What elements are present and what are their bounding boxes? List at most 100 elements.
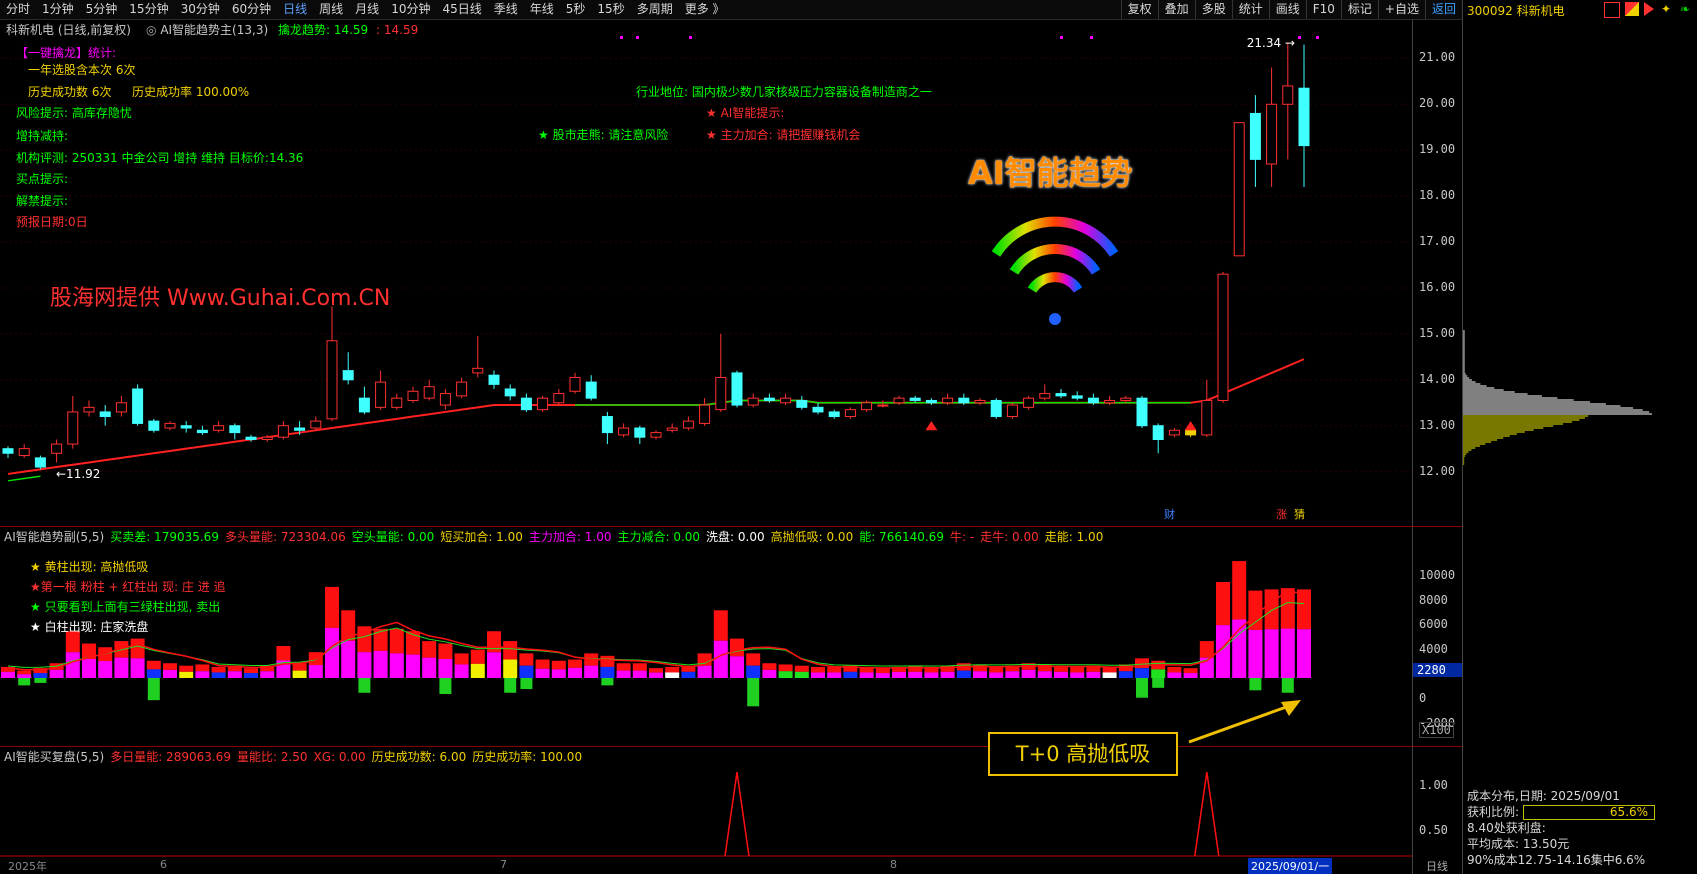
volume-bar — [956, 670, 971, 678]
period-tab-2[interactable]: 5分钟 — [80, 0, 124, 19]
volume-bar — [730, 656, 744, 678]
tool-button-1[interactable]: 叠加 — [1157, 0, 1195, 19]
tool-button-2[interactable]: 多股 — [1194, 0, 1232, 19]
doc-icon[interactable] — [1604, 2, 1620, 18]
volume-bar — [568, 667, 582, 678]
tool-buttons: 复权 叠加 多股 统计 画线 F10 标记 +自选 返回 — [1120, 0, 1462, 19]
header-item-8: 高抛低吸: 0.00 — [770, 530, 854, 544]
volume-bar — [341, 640, 356, 678]
period-tab-7[interactable]: 周线 — [313, 0, 349, 19]
volume-bar — [1183, 673, 1198, 678]
gear-icon[interactable]: ◎ — [146, 23, 156, 37]
xg-spike — [724, 771, 750, 857]
candle-body — [1087, 397, 1099, 404]
price-tick: 17.00 — [1419, 234, 1456, 249]
header-item-3: XG: 0.00 — [313, 750, 366, 764]
cost-distribution-chart — [1463, 330, 1652, 465]
volume-bar — [973, 671, 987, 678]
cursor-date: 2025/09/01/一 — [1248, 858, 1333, 874]
candle-body — [34, 457, 46, 468]
arrow-icon[interactable] — [1644, 2, 1654, 16]
volume-bar-top — [600, 655, 615, 667]
period-tabs: 分时 1分钟 5分钟 15分钟 30分钟 60分钟 日线 周线 月线 10分钟 45日线 季线 年线 5秒… — [0, 0, 731, 19]
period-tab-8[interactable]: 月线 — [349, 0, 385, 19]
trend-value-sep: : — [376, 23, 384, 37]
volume-bar — [1102, 672, 1117, 678]
volume-bar-top — [778, 664, 793, 672]
period-tab-11[interactable]: 季线 — [488, 0, 524, 19]
candle-body — [213, 425, 225, 431]
star-icon[interactable]: ✦ — [1659, 2, 1673, 16]
volume-bar-top — [1183, 668, 1198, 674]
volume-bar-top — [811, 666, 825, 673]
event-tag: 涨 — [1276, 508, 1287, 520]
period-tab-1[interactable]: 1分钟 — [36, 0, 80, 19]
period-tab-16[interactable]: 更多 》 — [679, 0, 731, 19]
header-item-12: 走能: 1.00 — [1044, 530, 1104, 544]
volume-bar-top — [665, 666, 680, 673]
volume-tick: 6000 — [1419, 617, 1448, 632]
period-tab-13[interactable]: 5秒 — [560, 0, 592, 19]
tool-button-4[interactable]: 画线 — [1268, 0, 1306, 19]
candle-body — [456, 381, 468, 397]
period-tab-6[interactable]: 日线 — [277, 0, 313, 19]
volume-bar — [49, 669, 64, 678]
marker-dot — [1316, 36, 1319, 39]
stats-success-count: 历史成功数 6次 — [28, 85, 112, 99]
volume-bar — [551, 669, 566, 678]
period-tab-5[interactable]: 60分钟 — [226, 0, 277, 19]
period-label: 日线 — [1426, 860, 1448, 873]
tool-button-6[interactable]: 标记 — [1340, 0, 1378, 19]
main-chart-panel[interactable]: 21.34 → ←11.92 财 涨猜 科新机电 (日线,前复权) ◎ AI智能趋势主… — [0, 20, 1412, 521]
candle-body — [731, 372, 743, 406]
negative-bar — [1136, 678, 1148, 698]
volume-bar — [1005, 671, 1020, 678]
tool-button-3[interactable]: 统计 — [1231, 0, 1269, 19]
candle-body — [310, 420, 322, 429]
candle-body — [958, 397, 970, 404]
unlock-tip: 解禁提示: — [16, 194, 69, 208]
period-toolbar: 分时 1分钟 5分钟 15分钟 30分钟 60分钟 日线 周线 月线 10分钟 45日线 季线 年线 5秒… — [0, 0, 1462, 20]
tool-button-0[interactable]: 复权 — [1120, 0, 1158, 19]
period-tab-3[interactable]: 15分钟 — [123, 0, 174, 19]
candle-body — [51, 443, 63, 454]
candle-body — [132, 388, 144, 424]
period-tab-4[interactable]: 30分钟 — [175, 0, 226, 19]
buy-review-chart[interactable] — [0, 764, 1412, 858]
period-tab-12[interactable]: 年线 — [524, 0, 560, 19]
leaf-icon[interactable]: ❧ — [1678, 2, 1692, 16]
candle-body — [1023, 397, 1035, 408]
candle-body — [974, 399, 986, 404]
legend-yellow: ★ 黄柱出现: 高抛低吸 — [30, 560, 149, 574]
candle-body — [375, 381, 387, 408]
period-tab-15[interactable]: 多周期 — [631, 0, 679, 19]
tool-button-8[interactable]: 返回 — [1424, 0, 1462, 19]
period-tab-0[interactable]: 分时 — [0, 0, 36, 19]
volume-bar-top — [1199, 641, 1214, 658]
wifi-logo-icon — [991, 216, 1119, 325]
tool-button-7[interactable]: +自选 — [1377, 0, 1425, 19]
price-tick: 14.00 — [1419, 371, 1456, 386]
sub1-header: AI智能趋势副(5,5) 买卖差: 179035.69 多头量能: 723304.0… — [4, 528, 1109, 545]
candle-body — [358, 397, 370, 413]
period-tab-14[interactable]: 15秒 — [591, 0, 630, 19]
candle-body — [666, 427, 678, 431]
volume-bar — [1037, 671, 1052, 678]
flag-icon[interactable] — [1625, 2, 1639, 16]
volume-bar-top — [568, 659, 582, 668]
period-tab-10[interactable]: 45日线 — [436, 0, 487, 19]
tool-button-5[interactable]: F10 — [1305, 0, 1341, 19]
indicator-header: ◎ AI智能趋势主(13,3) 擒龙趋势: 14.59 : 14.59 — [146, 23, 419, 37]
period-tab-9[interactable]: 10分钟 — [385, 0, 436, 19]
candle-body — [634, 427, 646, 438]
volume-bar — [616, 670, 631, 678]
volume-bar — [600, 666, 615, 678]
candle-body — [990, 399, 1002, 418]
volume-bar — [811, 672, 825, 678]
header-item-1: 买卖差: 179035.69 — [110, 530, 219, 544]
risk-tip: 风险提示: 高库存隐忧 — [16, 106, 132, 120]
volume-bar-top — [17, 670, 32, 675]
volume-tick: 8000 — [1419, 592, 1448, 607]
volume-bar — [1264, 629, 1279, 678]
negative-bar — [747, 678, 760, 707]
